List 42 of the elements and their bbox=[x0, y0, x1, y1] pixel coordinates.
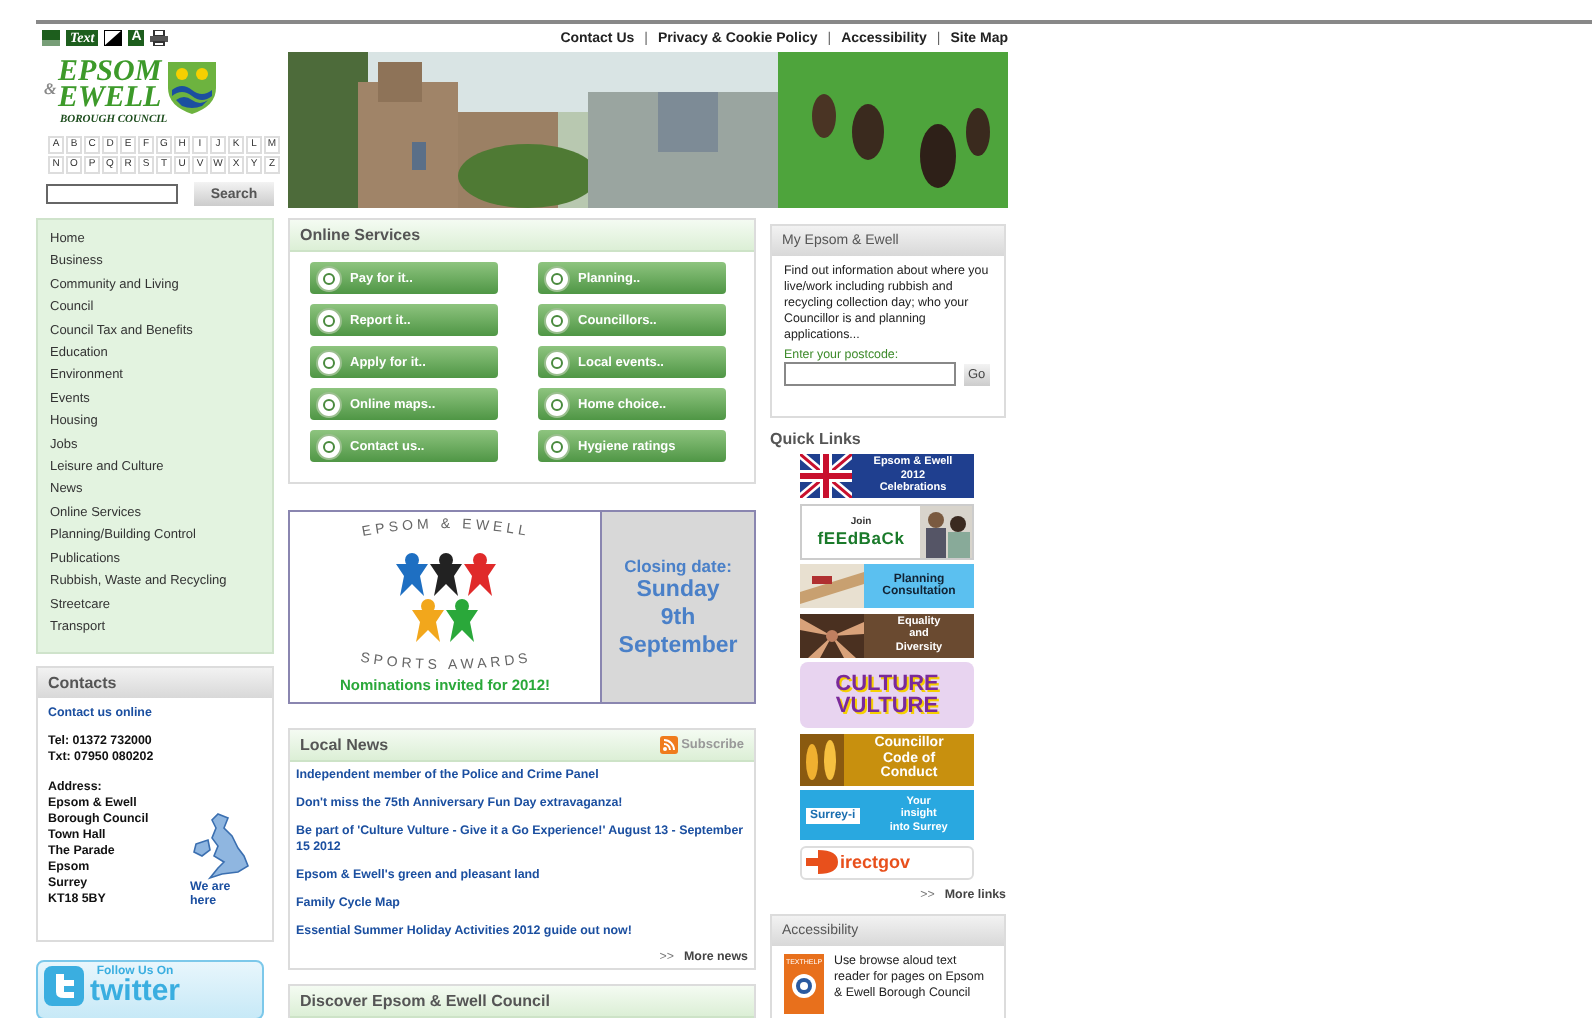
circle-icon bbox=[544, 349, 570, 375]
panel-title: Discover Epsom & Ewell Council bbox=[290, 986, 754, 1018]
logo-word: EPSOM bbox=[58, 60, 162, 86]
logo-ampersand: & bbox=[44, 78, 57, 102]
rss-icon bbox=[659, 736, 678, 754]
print-icon[interactable] bbox=[150, 30, 169, 46]
panel-title: Online Services bbox=[290, 220, 754, 252]
display-icon[interactable] bbox=[42, 30, 60, 46]
circle-icon bbox=[544, 265, 570, 291]
circle-icon bbox=[316, 391, 342, 417]
panel-title: Local News bbox=[300, 734, 389, 756]
banner-text: CULTURE bbox=[835, 673, 939, 695]
circle-icon bbox=[316, 433, 342, 459]
contrast-icon[interactable] bbox=[104, 30, 123, 46]
circle-icon bbox=[316, 349, 342, 375]
postcode-field[interactable] bbox=[784, 362, 956, 386]
closing-day: Sunday bbox=[636, 575, 720, 603]
closing-date: 9th bbox=[660, 603, 696, 631]
banner-text: fEEdBaCk bbox=[817, 527, 905, 547]
arrow-icon bbox=[806, 848, 838, 876]
people-drawing bbox=[395, 553, 495, 642]
bird-icon bbox=[44, 966, 84, 1006]
directgov-banner[interactable]: irectgov bbox=[800, 845, 974, 879]
panel-title: Contacts bbox=[38, 668, 272, 698]
circle-icon bbox=[544, 391, 570, 417]
section-title: Quick Links bbox=[770, 430, 863, 448]
shield-icon bbox=[165, 60, 218, 114]
banner-text: irectgov bbox=[840, 852, 911, 872]
logo-word: EWELL bbox=[58, 86, 162, 112]
banner-text: VULTURE bbox=[835, 695, 939, 717]
target-icon bbox=[790, 971, 818, 999]
flag-icon bbox=[800, 454, 852, 498]
search-field[interactable] bbox=[46, 184, 178, 204]
closing-label: Closing date: bbox=[624, 555, 732, 575]
twitter-wordmark: twitter bbox=[90, 978, 180, 1006]
culture-vulture-banner[interactable]: CULTURE VULTURE bbox=[800, 662, 974, 728]
uk-map-icon[interactable] bbox=[190, 812, 254, 880]
closing-month: September bbox=[618, 631, 738, 659]
circle-icon bbox=[316, 307, 342, 333]
circle-icon bbox=[544, 433, 570, 459]
circle-icon bbox=[316, 265, 342, 291]
circle-icon bbox=[544, 307, 570, 333]
